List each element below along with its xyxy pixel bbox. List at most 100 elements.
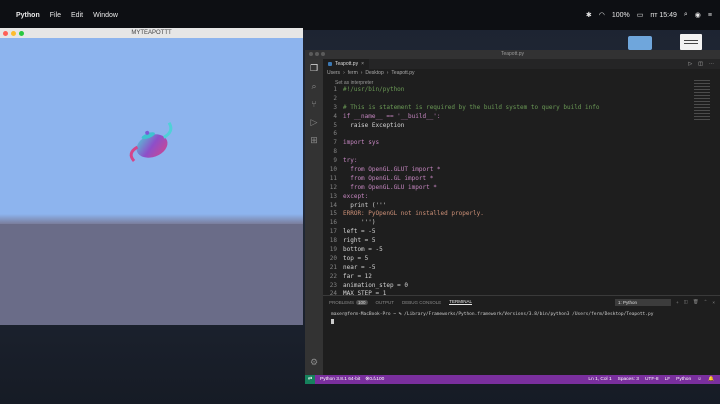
user-icon[interactable]: ◉ [695, 11, 701, 19]
tab-terminal[interactable]: TERMINAL [449, 299, 473, 305]
activity-bar: ❐ ⌕ ⑂ ▷ ⊞ ⚙ [305, 59, 323, 375]
menu-file[interactable]: File [50, 12, 61, 19]
source-control-icon[interactable]: ⑂ [305, 95, 323, 113]
breadcrumb-item[interactable]: Users [327, 70, 340, 76]
teapot-window-titlebar[interactable]: MYTEAPOTTT [0, 28, 303, 38]
more-icon[interactable]: ⋯ [709, 61, 714, 67]
line-number: 17 [329, 228, 337, 236]
terminal-select[interactable]: 1: Python [614, 298, 671, 306]
line-number: 13 [329, 192, 337, 200]
teapot-window-title: MYTEAPOTTT [131, 30, 172, 36]
vscode-titlebar[interactable]: Teapott.py [305, 50, 720, 59]
wifi-icon[interactable]: ◠ [599, 11, 605, 19]
battery-label[interactable]: 100% [612, 12, 630, 19]
code-line[interactable]: 5 raise Exception [323, 122, 720, 131]
panel-tabs: PROBLEMS 100 OUTPUT DEBUG CONSOLE TERMINA… [323, 296, 720, 308]
code-line[interactable]: 18 right = 5 [323, 237, 720, 246]
code-text: #!/usr/bin/python [343, 86, 405, 93]
tab-teapott[interactable]: Teapott.py × [323, 59, 369, 69]
code-line[interactable]: 23 animation_step = 0 [323, 282, 720, 291]
code-line[interactable]: 8 [323, 148, 720, 157]
code-line[interactable]: 11 from OpenGL.GL import * [323, 175, 720, 184]
split-editor-icon[interactable]: ◫ [698, 61, 703, 67]
code-line[interactable]: 13 except: [323, 193, 720, 202]
code-line[interactable]: 2 [323, 95, 720, 104]
line-number: 12 [329, 183, 337, 191]
menu-app-name[interactable]: Python [16, 12, 40, 19]
code-text: bottom = -5 [343, 246, 383, 254]
code-line[interactable]: 22 far = 12 [323, 273, 720, 282]
extensions-icon[interactable]: ⊞ [305, 131, 323, 149]
control-center-icon[interactable]: ≡ [708, 12, 712, 19]
minimap[interactable] [694, 80, 710, 120]
close-panel-icon[interactable]: × [712, 300, 715, 305]
line-number: 14 [329, 201, 337, 209]
code-text: top = 5 [343, 254, 369, 262]
bluetooth-icon[interactable]: ✱ [586, 11, 592, 19]
search-icon[interactable]: ⌕ [305, 77, 323, 95]
tab-debug-console[interactable]: DEBUG CONSOLE [402, 300, 441, 305]
code-line[interactable]: 12 from OpenGL.GLU import * [323, 184, 720, 193]
code-line[interactable]: 6 [323, 130, 720, 139]
trash-icon[interactable]: 🗑 [693, 299, 699, 305]
gear-icon[interactable]: ⚙ [305, 353, 323, 371]
code-line[interactable]: 17 left = -5 [323, 228, 720, 237]
code-text: near = -5 [343, 263, 376, 271]
end-of-line[interactable]: LF [665, 377, 671, 382]
code-line[interactable]: 9 try: [323, 157, 720, 166]
tab-output[interactable]: OUTPUT [376, 300, 395, 305]
panel-actions: 1: Python + ◫ 🗑 ⌃ × [614, 298, 720, 306]
cursor-position[interactable]: Ln 1, Col 1 [588, 377, 611, 382]
code-line[interactable]: 4 if __name__ == '__build__': [323, 113, 720, 122]
maximize-panel-icon[interactable]: ⌃ [704, 299, 708, 305]
breadcrumb-item[interactable]: ferm [348, 70, 358, 76]
remote-icon[interactable]: ⇄ [305, 375, 315, 384]
code-line[interactable]: 1 #!/usr/bin/python [323, 86, 720, 95]
tab-problems[interactable]: PROBLEMS 100 [329, 299, 368, 305]
code-text: from OpenGL.GL import * [343, 174, 434, 182]
terminal-line: maxer@ferm-MacBook-Pro ~ % /Library/Fram… [331, 312, 654, 317]
code-line[interactable]: 15 ERROR: PyOpenGL not installed properly… [323, 210, 720, 219]
python-interpreter[interactable]: Python 3.8.1 64-bit [320, 377, 360, 382]
code-line[interactable]: 14 print (''' [323, 202, 720, 211]
code-line[interactable]: 3 # This is statement is required by the … [323, 104, 720, 113]
feedback-icon[interactable]: ☺ [697, 377, 702, 382]
indentation[interactable]: Spaces: 3 [618, 377, 639, 382]
language-mode[interactable]: Python [676, 377, 691, 382]
add-terminal-icon[interactable]: + [676, 300, 679, 305]
problems-count-badge: 100 [356, 299, 368, 305]
code-line[interactable]: 16 ''') [323, 219, 720, 228]
python-file-icon [328, 62, 332, 66]
clock-label[interactable]: пт 15:49 [650, 12, 676, 19]
terminal-output[interactable]: maxer@ferm-MacBook-Pro ~ % /Library/Fram… [323, 308, 720, 330]
code-line[interactable]: 7 import sys [323, 139, 720, 148]
breadcrumb-item[interactable]: Desktop [365, 70, 383, 76]
explorer-icon[interactable]: ❐ [305, 59, 323, 77]
code-line[interactable]: 21 near = -5 [323, 264, 720, 273]
menu-edit[interactable]: Edit [71, 12, 83, 19]
battery-icon[interactable]: ▭ [637, 11, 644, 19]
bell-icon[interactable]: 🔔 [708, 377, 714, 382]
menu-window[interactable]: Window [93, 12, 118, 19]
line-number: 15 [329, 210, 337, 218]
code-line[interactable]: 19 bottom = -5 [323, 246, 720, 255]
warnings-count[interactable]: 100 [376, 377, 384, 382]
debug-icon[interactable]: ▷ [305, 113, 323, 131]
folder-icon[interactable] [628, 36, 652, 50]
line-number: 23 [329, 281, 337, 289]
line-number: 11 [329, 174, 337, 182]
search-icon[interactable]: ⌕ [684, 11, 688, 19]
breadcrumb-item[interactable]: Teapott.py [391, 70, 414, 76]
window-controls[interactable] [309, 52, 325, 56]
run-icon[interactable]: ▷ [688, 61, 692, 67]
line-number: 3 [333, 103, 337, 111]
document-icon[interactable] [680, 34, 702, 50]
line-number: 9 [333, 157, 337, 165]
status-bar: ⇄ Python 3.8.1 64-bit ⊗ 0 ⚠ 100 Ln 1, Co… [305, 375, 720, 384]
encoding[interactable]: UTF-8 [645, 377, 659, 382]
code-line[interactable]: 20 top = 5 [323, 255, 720, 264]
code-line[interactable]: 10 from OpenGL.GLUT import * [323, 166, 720, 175]
split-terminal-icon[interactable]: ◫ [684, 299, 688, 305]
close-tab-icon[interactable]: × [361, 61, 364, 67]
line-number: 20 [329, 254, 337, 262]
